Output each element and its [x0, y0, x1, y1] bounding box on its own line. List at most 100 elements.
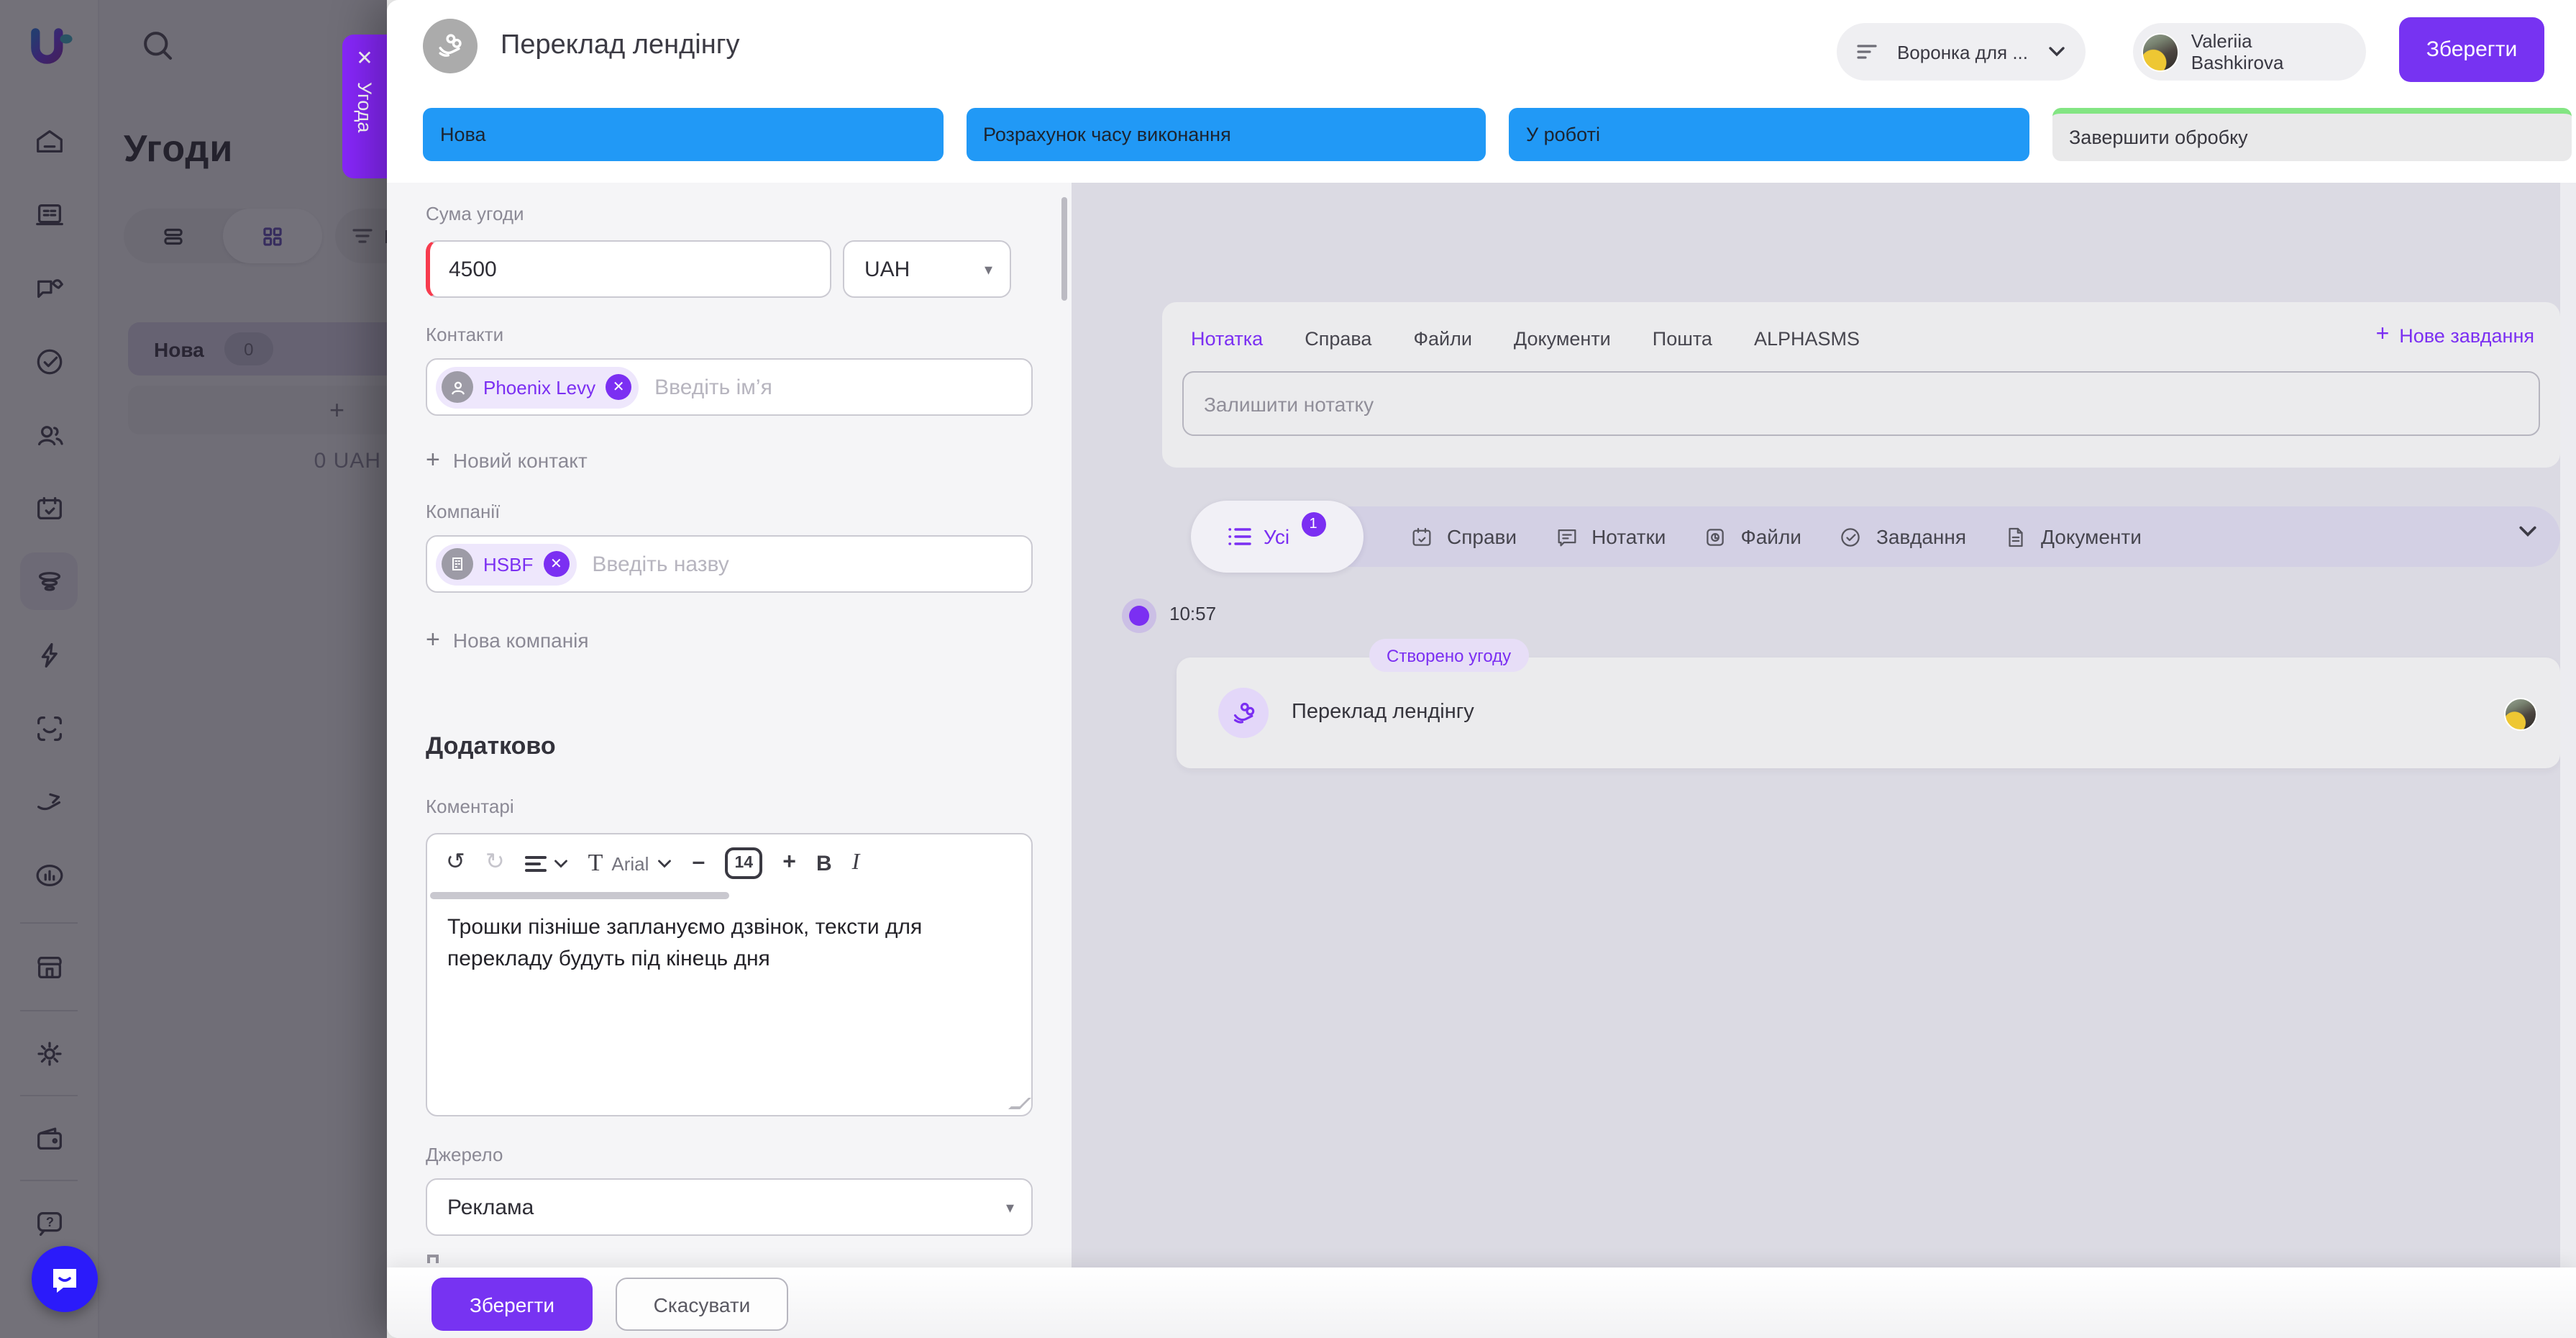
companies-label: Компанії: [426, 501, 500, 522]
dropdown-arrow-icon: ▾: [1006, 1198, 1014, 1216]
timeline-filterbar: Усі 1 Справи Нотатки Файли: [1194, 506, 2560, 567]
font-family-value: Arial: [611, 852, 649, 874]
close-icon[interactable]: ✕: [356, 47, 373, 68]
undo-icon[interactable]: ↺: [446, 852, 465, 875]
add-contact-label: Новий контакт: [453, 449, 588, 472]
chevron-down-icon[interactable]: [2518, 525, 2537, 538]
filter-files[interactable]: Файли: [1703, 524, 1801, 549]
save-button[interactable]: Зберегти: [431, 1278, 593, 1331]
modal-footer: Зберегти Скасувати: [387, 1268, 2576, 1338]
remove-contact-icon[interactable]: ✕: [606, 374, 631, 400]
additional-heading: Додатково: [426, 732, 556, 761]
toolbar-scrollbar[interactable]: [430, 892, 729, 899]
cancel-button[interactable]: Скасувати: [616, 1278, 788, 1331]
filter-files-label: Файли: [1740, 525, 1801, 548]
deal-title: Переклад лендінгу: [501, 30, 740, 62]
tab-note[interactable]: Нотатка: [1191, 327, 1263, 349]
currency-value: UAH: [864, 257, 910, 281]
italic-icon[interactable]: I: [852, 852, 860, 875]
deal-handshake-icon: [423, 19, 478, 73]
activity-composer-card: Нотатка Справа Файли Документи Пошта ALP…: [1162, 302, 2560, 468]
tab-files[interactable]: Файли: [1413, 327, 1471, 349]
filter-all[interactable]: Усі 1: [1191, 501, 1364, 573]
chat-widget-button[interactable]: [32, 1246, 98, 1312]
tab-documents[interactable]: Документи: [1514, 327, 1611, 349]
note-bubble-icon: [1554, 524, 1579, 549]
modal-backdrop[interactable]: [0, 0, 387, 1338]
check-circle-icon: [1839, 524, 1863, 549]
add-company-label: Нова компанія: [453, 629, 589, 652]
new-task-button[interactable]: + Нове завдання: [2376, 322, 2534, 348]
source-value: Реклама: [447, 1195, 534, 1219]
stage-new[interactable]: Нова: [423, 108, 943, 161]
comment-text[interactable]: Трошки пізніше заплануємо дзвінок, текст…: [427, 899, 945, 988]
filter-cases[interactable]: Справи: [1410, 524, 1517, 549]
stage-in-progress[interactable]: У роботі: [1509, 108, 2029, 161]
stage-finish[interactable]: Завершити обробку: [2052, 108, 2572, 161]
font-size-box[interactable]: 14: [725, 847, 762, 879]
source-select[interactable]: Реклама ▾: [426, 1178, 1033, 1236]
filter-all-badge: 1: [1301, 511, 1325, 536]
redo-icon[interactable]: ↻: [485, 852, 505, 875]
filter-documents[interactable]: Документи: [2004, 524, 2142, 549]
new-task-label: Нове завдання: [2399, 324, 2534, 346]
company-search-input[interactable]: [589, 550, 805, 578]
company-chip[interactable]: HSBF ✕: [436, 543, 576, 585]
funnel-selector-label: Воронка для ...: [1897, 41, 2028, 63]
filter-documents-label: Документи: [2041, 525, 2142, 548]
deal-modal: Переклад лендінгу Воронка для ... Valeri…: [387, 0, 2576, 1338]
composer-tabs: Нотатка Справа Файли Документи Пошта ALP…: [1191, 322, 1860, 354]
decrease-font-icon[interactable]: –: [692, 852, 705, 875]
currency-select[interactable]: UAH ▾: [843, 240, 1011, 298]
tab-alphasms[interactable]: ALPHASMS: [1754, 327, 1860, 349]
chevron-down-icon: [2048, 46, 2065, 58]
contact-search-input[interactable]: [652, 373, 867, 401]
deal-drawer-tab[interactable]: ✕ Угода: [342, 35, 387, 178]
building-icon: [442, 548, 473, 580]
drawer-tab-label: Угода: [354, 82, 375, 132]
contact-chip[interactable]: Phoenix Levy ✕: [436, 366, 639, 408]
contacts-field[interactable]: Phoenix Levy ✕: [426, 358, 1033, 416]
note-input[interactable]: [1182, 371, 2540, 436]
plus-icon: +: [426, 626, 440, 655]
panel-scrollbar-track[interactable]: [2560, 183, 2576, 1268]
event-badge: Створено угоду: [1369, 639, 1528, 672]
amount-field[interactable]: 4500: [426, 240, 831, 298]
event-title: Переклад лендінгу: [1292, 701, 1474, 724]
remove-company-icon[interactable]: ✕: [543, 551, 569, 577]
bold-icon[interactable]: B: [816, 852, 832, 874]
companies-field[interactable]: HSBF ✕: [426, 535, 1033, 593]
increase-font-icon[interactable]: +: [782, 852, 796, 875]
funnel-lines-icon: [1857, 43, 1877, 60]
responsible-user[interactable]: Valeriia Bashkirova: [2133, 23, 2366, 81]
document-icon: [2004, 524, 2028, 549]
align-menu[interactable]: [525, 854, 568, 873]
font-family-menu[interactable]: T Arial: [588, 849, 672, 878]
filter-cases-label: Справи: [1447, 525, 1517, 548]
form-scrollbar[interactable]: [1061, 197, 1067, 301]
list-icon: [1229, 527, 1252, 547]
save-button-top[interactable]: Зберегти: [2399, 17, 2544, 82]
company-chip-name: HSBF: [483, 553, 533, 575]
add-contact-button[interactable]: + Новий контакт: [426, 446, 588, 475]
contact-chip-name: Phoenix Levy: [483, 376, 595, 398]
amount-value: 4500: [449, 257, 497, 281]
add-company-button[interactable]: + Нова компанія: [426, 626, 589, 655]
funnel-selector[interactable]: Воронка для ...: [1837, 23, 2086, 81]
plus-icon: +: [426, 446, 440, 475]
dropdown-arrow-icon: ▾: [985, 260, 992, 278]
tab-case[interactable]: Справа: [1305, 327, 1371, 349]
comments-editor[interactable]: ↺ ↻ T Arial – 14 + B I: [426, 833, 1033, 1116]
tab-mail[interactable]: Пошта: [1653, 327, 1712, 349]
filter-notes[interactable]: Нотатки: [1554, 524, 1666, 549]
app-root: ? Угоди Вор Нова 0 + 0 UAH: [0, 0, 2576, 1338]
activity-panel: Нотатка Справа Файли Документи Пошта ALP…: [1072, 183, 2576, 1268]
resize-handle-icon[interactable]: [1008, 1098, 1031, 1109]
stage-estimate[interactable]: Розрахунок часу виконання: [966, 108, 1486, 161]
chat-bubble-icon: [47, 1262, 82, 1296]
filter-items: Справи Нотатки Файли Завдання: [1410, 506, 2142, 567]
user-avatar: [2142, 32, 2180, 71]
timeline-event-card[interactable]: Переклад лендінгу: [1177, 657, 2560, 768]
filter-tasks[interactable]: Завдання: [1839, 524, 1966, 549]
person-icon: [442, 371, 473, 403]
